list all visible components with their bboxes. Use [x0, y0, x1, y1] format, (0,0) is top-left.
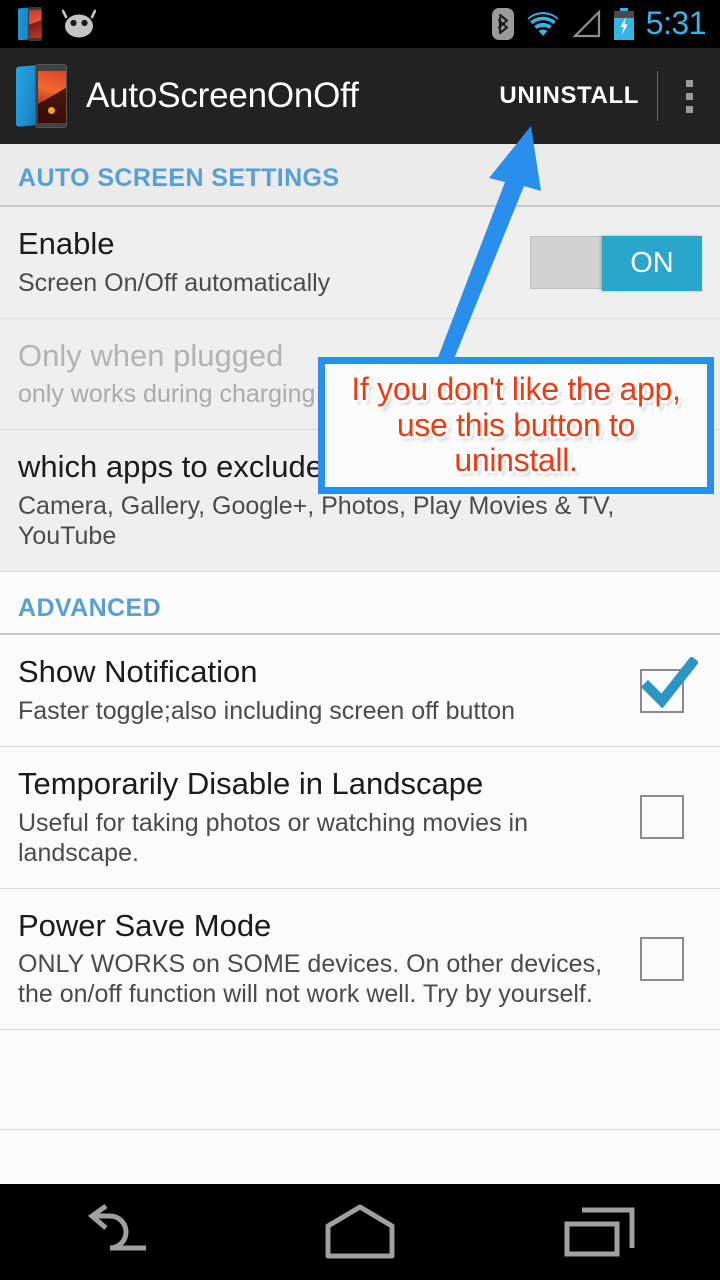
enable-toggle-switch[interactable]: ON	[530, 235, 702, 291]
back-arrow-icon	[87, 1204, 146, 1251]
setting-row-show-notification[interactable]: Show Notification Faster toggle;also inc…	[0, 635, 720, 747]
overflow-menu-icon[interactable]	[658, 48, 720, 144]
home-icon	[325, 1204, 395, 1259]
action-bar-actions: UNINSTALL	[481, 48, 720, 144]
setting-row-temporarily-disable-in-landscape[interactable]: Temporarily Disable in Landscape Useful …	[0, 746, 720, 889]
android-screen: 5:31 AutoScreenOnOff UNINSTALL AUTO SCRE…	[0, 0, 720, 1280]
section-header-label: ADVANCED	[18, 594, 162, 623]
app-title: AutoScreenOnOff	[86, 76, 359, 115]
recents-icon	[564, 1207, 635, 1257]
setting-row-text: Temporarily Disable in Landscape Useful …	[18, 765, 640, 868]
navigation-bar	[0, 1184, 720, 1280]
setting-subtitle: Camera, Gallery, Google+, Photos, Play M…	[18, 492, 615, 551]
section-header-auto-screen-settings: AUTO SCREEN SETTINGS	[0, 144, 720, 207]
status-bar: 5:31	[0, 0, 720, 48]
setting-row-text: Show Notification Faster toggle;also inc…	[18, 654, 640, 726]
home-button[interactable]	[270, 1184, 450, 1280]
show-notification-checkbox[interactable]	[640, 656, 698, 713]
setting-subtitle: ONLY WORKS on SOME devices. On other dev…	[18, 950, 603, 1009]
setting-row-enable[interactable]: Enable Screen On/Off automatically ON	[0, 207, 720, 319]
setting-title: Show Notification	[18, 654, 258, 690]
setting-title: Power Save Mode	[18, 907, 272, 943]
uninstall-button[interactable]: UNINSTALL	[481, 82, 657, 110]
setting-row-partially-visible[interactable]	[0, 1030, 720, 1131]
temporarily-disable-checkbox[interactable]	[640, 795, 684, 840]
wifi-icon	[527, 12, 559, 36]
setting-subtitle: Screen On/Off automatically	[18, 268, 331, 297]
status-bar-clock: 5:31	[645, 5, 707, 41]
setting-title: Enable	[18, 226, 115, 261]
status-bar-system-icons: 5:31	[491, 5, 720, 41]
setting-subtitle: Faster toggle;also including screen off …	[18, 696, 516, 725]
setting-title	[18, 1062, 692, 1097]
section-header-advanced: ADVANCED	[0, 572, 720, 636]
cellular-signal-icon	[572, 10, 600, 38]
jelly-bean-icon	[62, 9, 96, 38]
annotation-callout-text: If you don't like the app, use this butt…	[351, 370, 681, 479]
app-notification-icon	[18, 7, 42, 41]
setting-row-power-save-mode[interactable]: Power Save Mode ONLY WORKS on SOME devic…	[0, 888, 720, 1031]
recents-button[interactable]	[510, 1184, 690, 1280]
section-header-label: AUTO SCREEN SETTINGS	[18, 164, 340, 192]
setting-subtitle: Useful for taking photos or watching mov…	[18, 808, 528, 867]
settings-list[interactable]: AUTO SCREEN SETTINGS Enable Screen On/Of…	[0, 144, 720, 1184]
setting-row-text: Enable Screen On/Off automatically	[18, 226, 530, 298]
action-bar: AutoScreenOnOff UNINSTALL	[0, 48, 720, 144]
toggle-thumb-label: ON	[602, 235, 702, 291]
checkmark-icon	[640, 656, 698, 709]
battery-charging-icon	[613, 8, 634, 40]
autoscreenonoff-app-icon	[16, 64, 68, 128]
annotation-callout-box: If you don't like the app, use this butt…	[318, 357, 714, 494]
setting-title: Temporarily Disable in Landscape	[18, 765, 484, 801]
status-bar-notifications	[0, 7, 96, 41]
bluetooth-icon	[491, 8, 514, 40]
back-button[interactable]	[30, 1184, 210, 1280]
setting-row-text	[18, 1062, 702, 1097]
power-save-mode-checkbox[interactable]	[640, 936, 684, 981]
setting-row-text: Power Save Mode ONLY WORKS on SOME devic…	[18, 907, 640, 1010]
